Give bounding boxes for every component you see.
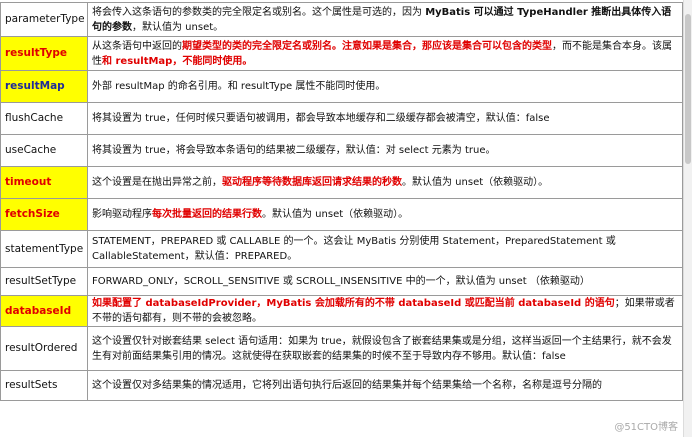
attribute-name-cell: resultSetType	[0, 267, 88, 296]
attribute-description-cell: 这个设置仅对多结果集的情况适用，它将列出语句执行后返回的结果集并每个结果集给一个…	[87, 370, 683, 401]
description-segment: 。默认值为 unset（依赖驱动）。	[402, 177, 549, 188]
attribute-description-cell: 将其设置为 true，将会导致本条语句的结果被二级缓存，默认值：对 select…	[87, 134, 683, 167]
description-segment: STATEMENT，PREPARED 或 CALLABLE 的一个。这会让 My…	[92, 236, 616, 262]
description-segment: 从这条语句中返回的	[92, 40, 182, 52]
attribute-name-cell: fetchSize	[0, 198, 88, 231]
attribute-name-cell: flushCache	[0, 102, 88, 135]
table-row: databaseId 如果配置了 databaseIdProvider，MyBat…	[0, 295, 683, 327]
description-segment: 。默认值为 unset（依赖驱动）。	[262, 209, 409, 220]
table-row: parameterType 将会传入这条语句的参数类的完全限定名或别名。这个属性是…	[0, 2, 683, 37]
description-segment: 将其设置为 true，将会导致本条语句的结果被二级缓存，默认值：对 select…	[92, 145, 496, 156]
attribute-description-cell: 如果配置了 databaseIdProvider，MyBatis 会加载所有的不…	[87, 295, 683, 327]
attribute-description-cell: 影响驱动程序每次批量返回的结果行数。默认值为 unset（依赖驱动）。	[87, 198, 683, 231]
attribute-description-cell: 将会传入这条语句的参数类的完全限定名或别名。这个属性是可选的，因为 MyBati…	[87, 2, 683, 37]
attribute-description-cell: 从这条语句中返回的期望类型的类的完全限定名或别名。注意如果是集合，那应该是集合可…	[87, 36, 683, 71]
attribute-name-cell: timeout	[0, 166, 88, 199]
description-segment: 这个设置仅对多结果集的情况适用，它将列出语句执行后返回的结果集并每个结果集给一个…	[92, 380, 602, 391]
description-segment: FORWARD_ONLY，SCROLL_SENSITIVE 或 SCROLL_I…	[92, 276, 590, 287]
attribute-name-cell: resultType	[0, 36, 88, 71]
table-row: statementType STATEMENT，PREPARED 或 CALLAB…	[0, 230, 683, 268]
attribute-name-cell: statementType	[0, 230, 88, 268]
attribute-name-cell: parameterType	[0, 2, 88, 37]
description-segment: 期望类型的类的完全限定名或别名。注意如果是集合，那应该是集合可以包含的类型	[182, 40, 552, 52]
table-row: timeout 这个设置是在抛出异常之前，驱动程序等待数据库返回请求结果的秒数。默…	[0, 166, 683, 199]
description-segment: 外部 resultMap 的命名引用。和 resultType 属性不能同时使用…	[92, 81, 386, 92]
attribute-description-cell: 这个设置是在抛出异常之前，驱动程序等待数据库返回请求结果的秒数。默认值为 uns…	[87, 166, 683, 199]
attribute-name-cell: resultOrdered	[0, 326, 88, 371]
table-row: resultOrdered 这个设置仅针对嵌套结果 select 语句适用：如果为…	[0, 326, 683, 371]
vertical-scrollbar[interactable]	[683, 0, 692, 437]
description-segment: 影响驱动程序	[92, 209, 152, 220]
description-segment: 和 resultMap，不能同时使用。	[102, 55, 253, 67]
attribute-description-cell: 将其设置为 true，任何时候只要语句被调用，都会导致本地缓存和二级缓存都会被清…	[87, 102, 683, 135]
table-row: resultType 从这条语句中返回的期望类型的类的完全限定名或别名。注意如果是…	[0, 36, 683, 71]
attribute-name-cell: resultMap	[0, 70, 88, 103]
description-segment: ，默认值为 unset。	[132, 21, 224, 33]
attribute-table-body: parameterType 将会传入这条语句的参数类的完全限定名或别名。这个属性是…	[0, 2, 683, 401]
table-row: fetchSize 影响驱动程序每次批量返回的结果行数。默认值为 unset（依赖…	[0, 198, 683, 231]
watermark: @51CTO博客	[614, 422, 678, 433]
attribute-table: parameterType 将会传入这条语句的参数类的完全限定名或别名。这个属性是…	[0, 2, 683, 401]
attribute-description-cell: FORWARD_ONLY，SCROLL_SENSITIVE 或 SCROLL_I…	[87, 267, 683, 296]
table-row: resultMap 外部 resultMap 的命名引用。和 resultType…	[0, 70, 683, 103]
screenshot-frame: parameterType 将会传入这条语句的参数类的完全限定名或别名。这个属性是…	[0, 0, 692, 437]
attribute-name-cell: resultSets	[0, 370, 88, 401]
table-row: flushCache 将其设置为 true，任何时候只要语句被调用，都会导致本地缓…	[0, 102, 683, 135]
scrollbar-thumb[interactable]	[685, 14, 691, 164]
description-segment: 这个设置是在抛出异常之前，	[92, 177, 222, 188]
description-segment: 驱动程序等待数据库返回请求结果的秒数	[222, 177, 402, 188]
description-segment: 如果配置了 databaseIdProvider，MyBatis 会加载所有的不…	[92, 298, 615, 309]
table-row: resultSets 这个设置仅对多结果集的情况适用，它将列出语句执行后返回的结果…	[0, 370, 683, 401]
attribute-description-cell: 这个设置仅针对嵌套结果 select 语句适用：如果为 true，就假设包含了嵌…	[87, 326, 683, 371]
table-row: useCache 将其设置为 true，将会导致本条语句的结果被二级缓存，默认值：…	[0, 134, 683, 167]
description-segment: 将会传入这条语句的参数类的完全限定名或别名。这个属性是可选的，因为	[92, 6, 426, 18]
description-segment: 将其设置为 true，任何时候只要语句被调用，都会导致本地缓存和二级缓存都会被清…	[92, 113, 550, 124]
description-segment: 每次批量返回的结果行数	[152, 209, 262, 220]
table-row: resultSetType FORWARD_ONLY，SCROLL_SENSITI…	[0, 267, 683, 296]
attribute-name-cell: databaseId	[0, 295, 88, 327]
attribute-name-cell: useCache	[0, 134, 88, 167]
description-segment: 这个设置仅针对嵌套结果 select 语句适用：如果为 true，就假设包含了嵌…	[92, 335, 672, 362]
attribute-description-cell: 外部 resultMap 的命名引用。和 resultType 属性不能同时使用…	[87, 70, 683, 103]
attribute-description-cell: STATEMENT，PREPARED 或 CALLABLE 的一个。这会让 My…	[87, 230, 683, 268]
